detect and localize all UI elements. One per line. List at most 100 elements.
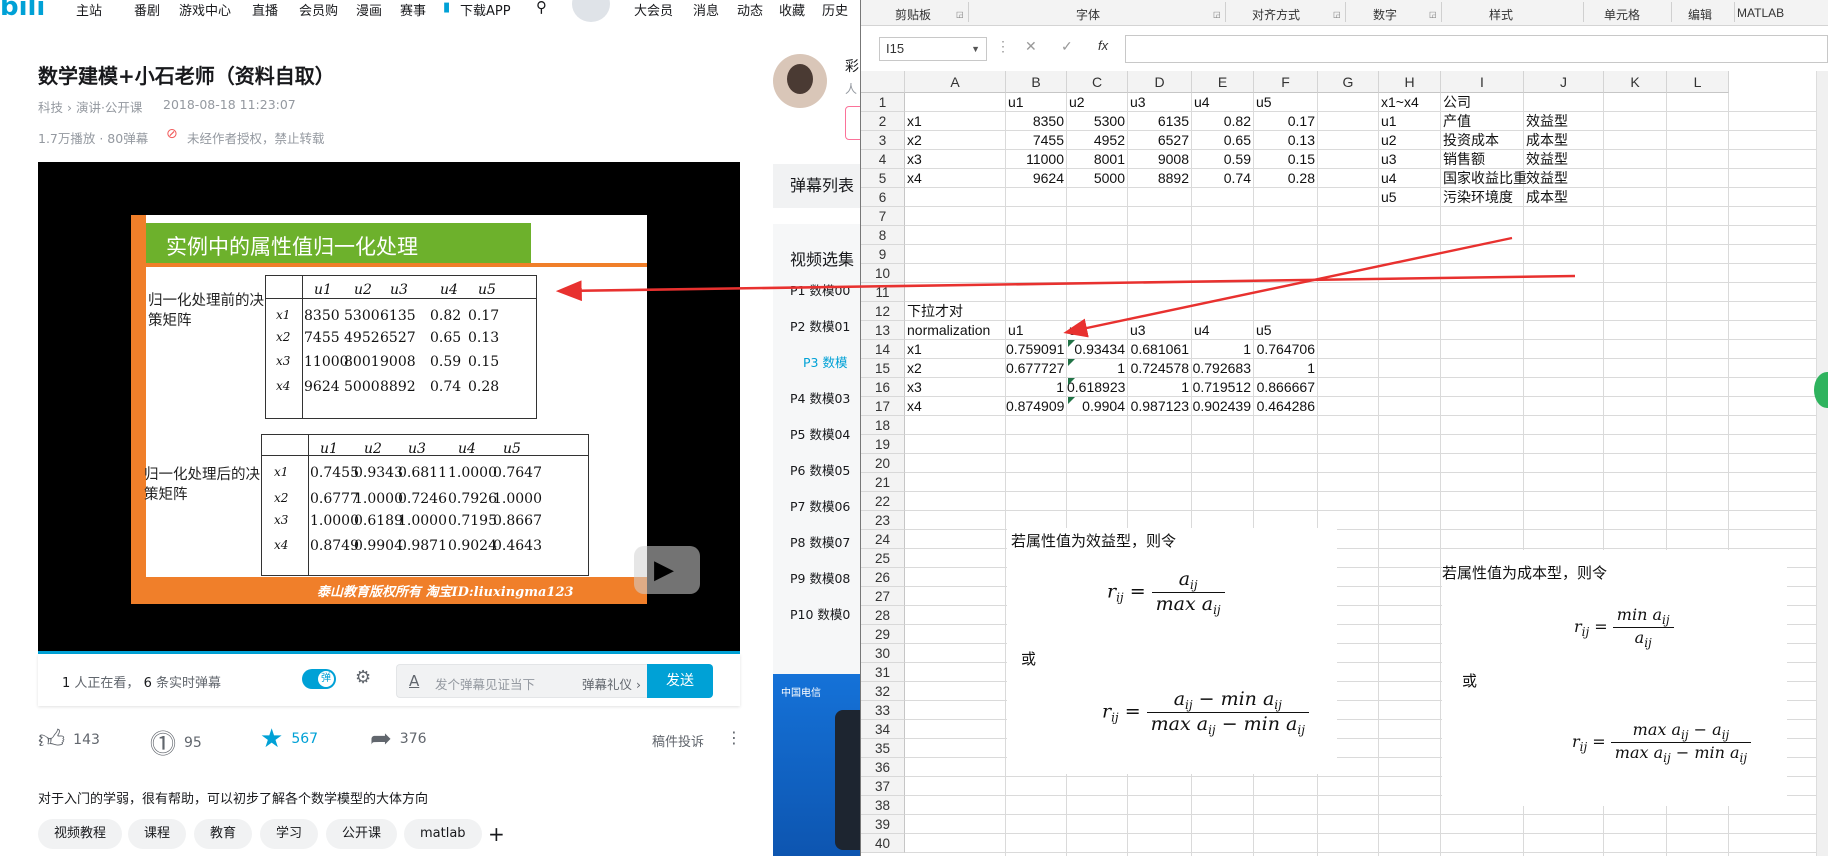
cell-note[interactable]: 下拉才对 (907, 302, 963, 321)
bilibili-logo[interactable]: bili (0, 0, 45, 22)
episode-item[interactable]: P4 数模03 (790, 388, 850, 407)
cell[interactable]: 0.792683 (1192, 359, 1251, 378)
error-indicator-icon[interactable] (1068, 378, 1075, 385)
cell[interactable]: 0.987123 (1128, 397, 1189, 416)
episode-item[interactable]: P9 数模08 (790, 568, 850, 587)
cell[interactable]: 0.618923 (1067, 378, 1125, 397)
cell[interactable]: 5300 (1067, 112, 1125, 131)
episode-item[interactable]: P3 数模 (803, 352, 847, 371)
cell-legend[interactable]: 污染环境度 (1443, 188, 1513, 207)
cell[interactable]: 11000 (1006, 150, 1064, 169)
uploader-name[interactable]: 彩 (845, 56, 859, 76)
row-header[interactable]: 17 (861, 397, 905, 416)
danmaku-etiquette-link[interactable]: 弹幕礼仪 › (582, 674, 641, 693)
nav-item-messages[interactable]: 消息 (693, 0, 719, 19)
nav-item-main[interactable]: 主站 (76, 0, 102, 19)
ribbon-group-cells[interactable]: 单元格 (1604, 6, 1640, 23)
column-header[interactable]: C (1067, 71, 1128, 93)
cell[interactable]: 1 (1254, 359, 1315, 378)
cell[interactable]: 0.74 (1192, 169, 1251, 188)
cell[interactable]: 0.17 (1254, 112, 1315, 131)
episode-item[interactable]: P1 数模00 (790, 280, 850, 299)
danmaku-input[interactable]: A 发个弹幕见证当下 弹幕礼仪 › (396, 664, 647, 698)
row-header[interactable]: 22 (861, 492, 905, 511)
cell-header[interactable]: u5 (1256, 321, 1272, 340)
cell[interactable]: 0.724578 (1128, 359, 1189, 378)
cell-header[interactable]: u2 (1069, 321, 1085, 340)
ribbon-group-font[interactable]: 字体 (1076, 6, 1100, 23)
row-header[interactable]: 13 (861, 321, 905, 340)
cell-legend[interactable]: u4 (1381, 169, 1397, 188)
row-header[interactable]: 15 (861, 359, 905, 378)
search-icon[interactable]: ⚲ (536, 0, 547, 16)
cell-legend[interactable]: 效益型 (1526, 150, 1568, 169)
cell[interactable]: 1 (1192, 340, 1251, 359)
nav-item-manga[interactable]: 漫画 (356, 0, 382, 19)
column-header[interactable]: G (1318, 71, 1379, 93)
nav-item-dynamic[interactable]: 动态 (737, 0, 763, 19)
ribbon-group-editing[interactable]: 编辑 (1688, 6, 1712, 23)
row-header[interactable]: 35 (861, 739, 905, 758)
cell[interactable]: 0.15 (1254, 150, 1315, 169)
cell[interactable]: 1 (1006, 378, 1064, 397)
row-header[interactable]: 30 (861, 644, 905, 663)
cell[interactable]: 0.764706 (1254, 340, 1315, 359)
cell[interactable]: 0.677727 (1006, 359, 1064, 378)
row-header[interactable]: 21 (861, 473, 905, 492)
cell-legend[interactable]: 投资成本 (1443, 131, 1499, 150)
row-header[interactable]: 19 (861, 435, 905, 454)
nav-item-match[interactable]: 赛事 (400, 0, 426, 19)
row-header[interactable]: 7 (861, 207, 905, 226)
more-icon[interactable]: ⋮ (726, 728, 742, 747)
vertical-scrollbar[interactable] (1816, 71, 1828, 856)
row-header[interactable]: 14 (861, 340, 905, 359)
cell-header[interactable]: u4 (1194, 321, 1210, 340)
cell[interactable]: 7455 (1006, 131, 1064, 150)
cancel-icon[interactable]: ✕ (1025, 38, 1037, 55)
ad-banner[interactable]: 中国电信 (773, 674, 860, 856)
tag-item[interactable]: 学习 (260, 819, 319, 849)
tag-item[interactable]: matlab (404, 819, 482, 849)
row-header[interactable]: 8 (861, 226, 905, 245)
cell-header[interactable]: u2 (1069, 93, 1085, 112)
row-header[interactable]: 24 (861, 530, 905, 549)
row-header[interactable]: 29 (861, 625, 905, 644)
cell[interactable]: 6527 (1128, 131, 1189, 150)
row-header[interactable]: 11 (861, 283, 905, 302)
row-header[interactable]: 18 (861, 416, 905, 435)
cell[interactable]: 0.28 (1254, 169, 1315, 188)
column-header[interactable]: D (1128, 71, 1192, 93)
cell-legend[interactable]: 产值 (1443, 112, 1471, 131)
row-header[interactable]: 12 (861, 302, 905, 321)
episode-item[interactable]: P8 数模07 (790, 532, 850, 551)
episode-item[interactable]: P10 数模0 (790, 604, 850, 623)
send-button[interactable]: 发送 (647, 664, 713, 698)
formula-input[interactable] (1125, 35, 1828, 63)
cell[interactable]: x1 (907, 112, 922, 131)
launcher-icon[interactable]: ◲ (1333, 10, 1341, 19)
cell[interactable]: 0.93434 (1067, 340, 1125, 359)
cell[interactable]: 8001 (1067, 150, 1125, 169)
nav-item-download[interactable]: 下载APP (460, 0, 511, 19)
column-header[interactable]: I (1441, 71, 1524, 93)
cell-legend[interactable]: u2 (1381, 131, 1397, 150)
row-header[interactable]: 40 (861, 834, 905, 853)
cell[interactable]: 1 (1067, 359, 1125, 378)
cell[interactable]: x1 (907, 340, 922, 359)
ribbon-group-number[interactable]: 数字 (1373, 6, 1397, 23)
row-header[interactable]: 2 (861, 112, 905, 131)
cell[interactable]: 0.902439 (1192, 397, 1251, 416)
row-header[interactable]: 23 (861, 511, 905, 530)
row-header[interactable]: 34 (861, 720, 905, 739)
row-header[interactable]: 25 (861, 549, 905, 568)
cell[interactable]: 0.59 (1192, 150, 1251, 169)
row-header[interactable]: 10 (861, 264, 905, 283)
cell-legend[interactable]: 效益型 (1526, 112, 1568, 131)
error-indicator-icon[interactable] (1068, 397, 1075, 404)
cell[interactable]: 9624 (1006, 169, 1064, 188)
episode-item[interactable]: P7 数模06 (790, 496, 850, 515)
column-header[interactable]: L (1667, 71, 1729, 93)
cell[interactable]: 1 (1128, 378, 1189, 397)
cell-legend[interactable]: u5 (1381, 188, 1397, 207)
cell-legend[interactable]: x1~x4 (1381, 93, 1419, 112)
